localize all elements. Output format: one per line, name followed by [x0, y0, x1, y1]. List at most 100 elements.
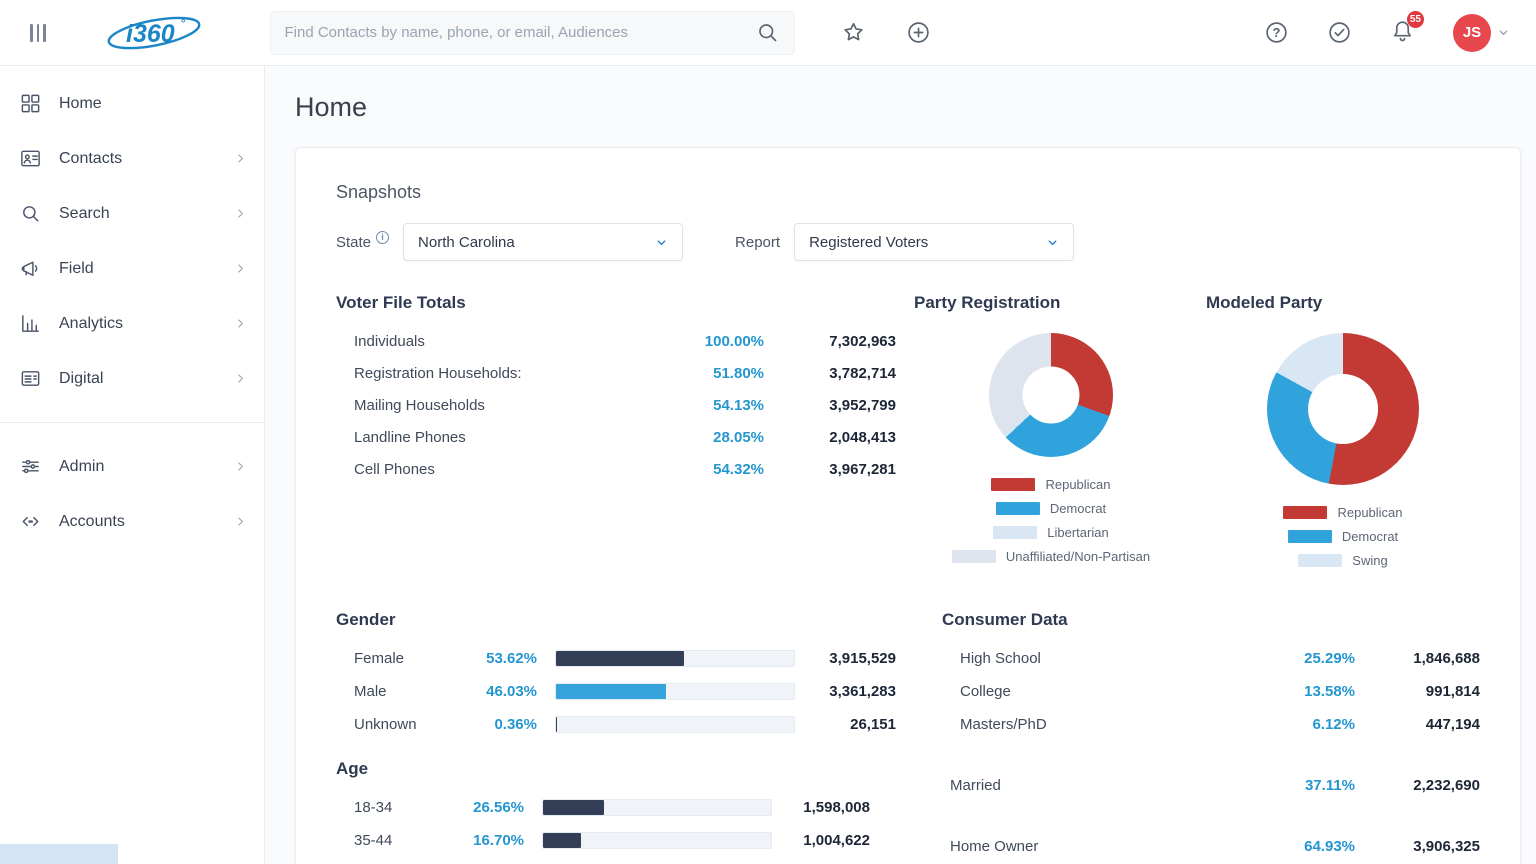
- user-menu[interactable]: JS: [1453, 14, 1510, 52]
- row-label: Married: [950, 777, 1265, 794]
- search-icon: [18, 202, 42, 226]
- chevron-down-icon: [1046, 236, 1059, 249]
- row-value: 1,598,008: [772, 799, 896, 816]
- row-label: College: [960, 683, 1265, 700]
- legend-item: Swing: [1298, 553, 1387, 568]
- digital-icon: [18, 367, 42, 391]
- chevron-right-icon: [233, 459, 248, 474]
- global-search[interactable]: [270, 11, 795, 55]
- bar-fill: [543, 833, 581, 848]
- sidebar-item-search[interactable]: Search: [0, 186, 264, 241]
- row-label: Masters/PhD: [960, 716, 1265, 733]
- legend-label: Republican: [1045, 477, 1110, 492]
- sidebar-item-field[interactable]: Field: [0, 241, 264, 296]
- row-value: 3,782,714: [764, 365, 896, 382]
- legend-item: Democrat: [996, 501, 1106, 516]
- legend-item: Unaffiliated/Non-Partisan: [952, 549, 1150, 564]
- chevron-down-icon: [1497, 26, 1510, 39]
- bar-track: [555, 650, 795, 667]
- row-label: 35-44: [354, 832, 466, 849]
- row-value: 3,915,529: [795, 650, 896, 667]
- row-label: 18-34: [354, 799, 466, 816]
- chevron-right-icon: [233, 316, 248, 331]
- help-icon: ?: [1264, 20, 1289, 45]
- party-registration-donut: [989, 333, 1113, 457]
- sidebar-item-digital[interactable]: Digital: [0, 351, 264, 406]
- modeled-party-chart: Modeled Party Republican: [1206, 293, 1480, 568]
- sidebar-item-home[interactable]: Home: [0, 76, 264, 131]
- age-row: 45-54 15.84% 953,073: [336, 857, 896, 864]
- consumer-row: Home Owner 64.93% 3,906,325: [942, 830, 1480, 863]
- row-value: 2,232,690: [1355, 777, 1480, 794]
- row-percent: 26.56%: [466, 799, 524, 816]
- report-select[interactable]: Registered Voters: [794, 223, 1074, 261]
- snapshots-card: Snapshots State i North Carolina Report …: [295, 147, 1521, 864]
- row-value: 1,004,622: [772, 832, 896, 849]
- row-value: 3,967,281: [764, 461, 896, 478]
- chevron-right-icon: [233, 514, 248, 529]
- svg-text:i360: i360: [126, 20, 175, 48]
- sidebar: Home Contacts Search Field: [0, 66, 265, 864]
- search-input[interactable]: [285, 24, 755, 41]
- row-label: Male: [354, 683, 479, 700]
- search-icon[interactable]: [755, 20, 780, 45]
- chevron-right-icon: [233, 151, 248, 166]
- gender-row: Male 46.03% 3,361,283: [336, 675, 896, 708]
- chevron-right-icon: [233, 261, 248, 276]
- sidebar-item-label: Analytics: [59, 315, 233, 333]
- row-percent: 54.13%: [654, 397, 764, 414]
- chevron-down-icon: [655, 236, 668, 249]
- row-percent: 25.29%: [1265, 650, 1355, 667]
- table-row: Landline Phones 28.05% 2,048,413: [336, 421, 896, 453]
- home-grid-icon: [18, 92, 42, 116]
- legend-swatch: [993, 526, 1037, 539]
- sidebar-footer-widget[interactable]: [0, 844, 118, 864]
- legend-label: Unaffiliated/Non-Partisan: [1006, 549, 1150, 564]
- accounts-code-icon: [18, 510, 42, 534]
- svg-text:°: °: [181, 18, 185, 30]
- legend-swatch: [1298, 554, 1342, 567]
- row-percent: 16.70%: [466, 832, 524, 849]
- gender-row: Female 53.62% 3,915,529: [336, 642, 896, 675]
- contacts-icon: [18, 147, 42, 171]
- info-icon[interactable]: i: [376, 231, 389, 244]
- legend-item: Democrat: [1288, 529, 1398, 544]
- row-label: Unknown: [354, 716, 479, 733]
- row-value: 26,151: [795, 716, 896, 733]
- sidebar-item-accounts[interactable]: Accounts: [0, 494, 264, 549]
- row-value: 3,906,325: [1355, 838, 1480, 855]
- age-row: 35-44 16.70% 1,004,622: [336, 824, 896, 857]
- row-percent: 46.03%: [479, 683, 537, 700]
- report-label-text: Report: [735, 234, 780, 251]
- state-select[interactable]: North Carolina: [403, 223, 683, 261]
- top-bar: i360 ° ?: [0, 0, 1536, 66]
- legend-label: Democrat: [1342, 529, 1398, 544]
- row-percent: 0.36%: [479, 716, 537, 733]
- snapshots-heading: Snapshots: [336, 182, 1480, 203]
- sidebar-item-admin[interactable]: Admin: [0, 439, 264, 494]
- sidebar-item-label: Search: [59, 205, 233, 223]
- tasks-button[interactable]: [1327, 20, 1352, 45]
- sidebar-item-analytics[interactable]: Analytics: [0, 296, 264, 351]
- gender-title: Gender: [336, 610, 896, 630]
- sidebar-item-contacts[interactable]: Contacts: [0, 131, 264, 186]
- sidebar-item-label: Home: [59, 95, 248, 113]
- row-value: 1,846,688: [1355, 650, 1480, 667]
- chevron-right-icon: [233, 371, 248, 386]
- consumer-row: High School 25.29% 1,846,688: [942, 642, 1480, 675]
- help-button[interactable]: ?: [1264, 20, 1289, 45]
- gender-age-section: Gender Female 53.62% 3,915,529 Male 46.0…: [336, 610, 896, 864]
- menu-toggle-button[interactable]: [26, 20, 50, 46]
- consumer-row: College 13.58% 991,814: [942, 675, 1480, 708]
- quick-add-button[interactable]: [906, 20, 931, 45]
- voter-file-totals: Voter File Totals Individuals 100.00% 7,…: [336, 293, 896, 568]
- favorites-button[interactable]: [841, 20, 866, 45]
- bar-track: [542, 799, 772, 816]
- row-value: 991,814: [1355, 683, 1480, 700]
- row-label: Landline Phones: [354, 429, 654, 446]
- notifications-button[interactable]: 55: [1390, 18, 1415, 48]
- voter-file-totals-title: Voter File Totals: [336, 293, 896, 313]
- row-label: Individuals: [354, 333, 654, 350]
- state-label: State i: [336, 234, 389, 251]
- consumer-data-section: Consumer Data High School 25.29% 1,846,6…: [942, 610, 1480, 864]
